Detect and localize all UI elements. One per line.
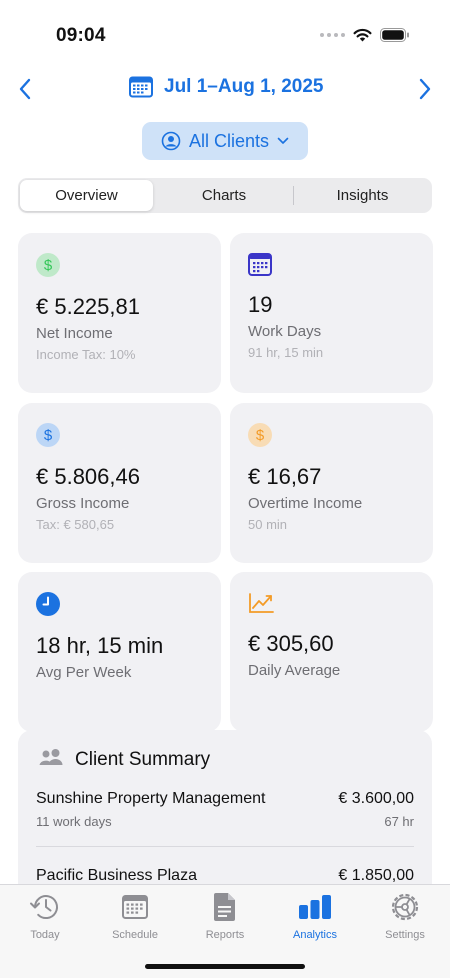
client-hours: 67 hr (384, 814, 414, 829)
people-icon (39, 749, 63, 765)
clock-icon (36, 592, 60, 616)
status-bar: 09:04 (0, 0, 450, 60)
gross-income-label: Gross Income (36, 495, 130, 512)
client-filter-label: All Clients (188, 130, 270, 151)
tab-insights[interactable]: Insights (295, 180, 430, 211)
dollar-green-icon: $ (36, 253, 60, 277)
chevron-left-icon[interactable] (14, 76, 38, 102)
tab-label: Analytics (292, 929, 338, 941)
segment-divider (293, 186, 294, 205)
status-time: 09:04 (56, 25, 106, 46)
client-amount: € 1.850,00 (338, 867, 414, 884)
tab-reports[interactable]: Reports (180, 891, 270, 947)
income-tax-note: Income Tax: 10% (36, 347, 136, 362)
chevron-down-icon (277, 137, 289, 144)
daily-average-value: € 305,60 (248, 631, 334, 656)
gross-income-value: € 5.806,46 (36, 464, 140, 489)
date-range-label: Jul 1–Aug 1, 2025 (164, 76, 324, 97)
view-segmented-control: Overview Charts Insights (18, 178, 432, 213)
wifi-icon (353, 28, 372, 42)
tax-amount-note: Tax: € 580,65 (36, 517, 115, 532)
overtime-income-value: € 16,67 (248, 464, 322, 489)
work-days-card[interactable]: 19 Work Days 91 hr, 15 min (230, 233, 433, 393)
tab-label: Schedule (112, 929, 158, 941)
work-hours-note: 91 hr, 15 min (248, 345, 324, 360)
net-income-value: € 5.225,81 (36, 294, 140, 319)
tab-analytics[interactable]: Analytics (270, 891, 360, 947)
client-amount: € 3.600,00 (338, 790, 414, 807)
tab-charts[interactable]: Charts (157, 180, 291, 211)
work-days-value: 19 (248, 292, 273, 317)
gross-income-card[interactable]: $ € 5.806,46 Gross Income Tax: € 580,65 (18, 403, 221, 563)
tab-label: Reports (205, 929, 245, 941)
battery-icon (380, 28, 409, 42)
net-income-card[interactable]: $ € 5.225,81 Net Income Income Tax: 10% (18, 233, 221, 393)
overtime-income-label: Overtime Income (248, 495, 363, 512)
calendar-icon (248, 253, 272, 276)
avg-per-week-card[interactable]: 18 hr, 15 min Avg Per Week (18, 572, 221, 732)
tab-label: Today (30, 929, 60, 941)
gear-icon (391, 893, 419, 921)
chevron-right-icon[interactable] (412, 76, 436, 102)
document-icon (214, 893, 235, 921)
overtime-duration-note: 50 min (248, 517, 288, 532)
dollar-blue-icon: $ (36, 423, 60, 447)
svg-text:$: $ (256, 427, 265, 444)
tab-overview[interactable]: Overview (20, 180, 153, 211)
status-icons (320, 28, 410, 42)
bar-chart-icon (299, 895, 331, 919)
tab-schedule[interactable]: Schedule (90, 891, 180, 947)
avg-per-week-label: Avg Per Week (36, 664, 132, 681)
net-income-label: Net Income (36, 325, 113, 342)
person-circle-icon (161, 131, 181, 151)
work-days-label: Work Days (248, 323, 322, 340)
daily-average-card[interactable]: € 305,60 Daily Average (230, 572, 433, 732)
calendar-icon (129, 76, 153, 98)
dollar-orange-icon: $ (248, 423, 272, 447)
avg-per-week-value: 18 hr, 15 min (36, 633, 164, 658)
home-indicator[interactable] (145, 964, 305, 969)
divider (36, 846, 414, 847)
daily-average-label: Daily Average (248, 662, 341, 679)
date-range-button[interactable]: Jul 1–Aug 1, 2025 (128, 75, 323, 99)
client-name: Sunshine Property Management (36, 790, 266, 807)
tab-settings[interactable]: Settings (360, 891, 450, 947)
svg-text:$: $ (44, 427, 53, 444)
tab-label: Settings (385, 929, 425, 941)
tab-today[interactable]: Today (0, 891, 90, 947)
date-navigation: Jul 1–Aug 1, 2025 (0, 72, 450, 106)
overtime-income-card[interactable]: $ € 16,67 Overtime Income 50 min (230, 403, 433, 563)
client-summary-title: Client Summary (75, 749, 211, 770)
calendar-icon (122, 895, 148, 919)
client-work-days: 11 work days (36, 814, 112, 829)
client-filter-button[interactable]: All Clients (142, 122, 308, 160)
svg-text:$: $ (44, 257, 53, 274)
cellular-signal-icon (320, 33, 345, 37)
history-clock-icon (30, 895, 58, 920)
trend-chart-icon (249, 593, 274, 613)
client-name: Pacific Business Plaza (36, 867, 197, 884)
